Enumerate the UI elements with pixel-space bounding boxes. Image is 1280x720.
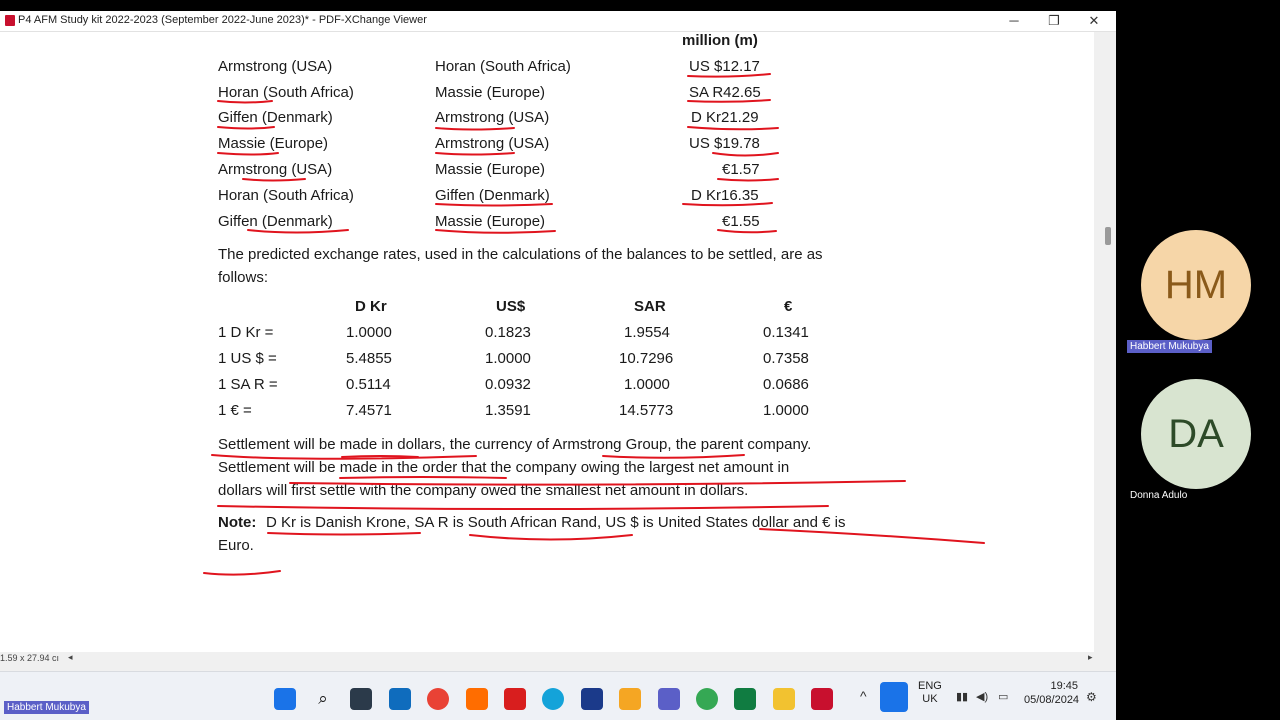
title-bar: P4 AFM Study kit 2022-2023 (September 20… [0,11,1116,32]
participant-name: Donna Adulo [1130,490,1188,501]
avatar[interactable]: DA [1141,379,1251,489]
region-code: UK [922,693,938,705]
ink-annotations [203,73,985,576]
pdf-xchange-icon[interactable] [811,688,833,710]
window-title: P4 AFM Study kit 2022-2023 (September 20… [18,14,427,26]
scrollbar-thumb[interactable] [1105,227,1111,245]
restore-icon: ❐ [1048,13,1060,28]
teams-icon[interactable] [658,688,680,710]
page-size-readout: 1.59 x 27.94 cı [0,653,60,663]
clock-date: 05/08/2024 [1024,694,1080,706]
clock[interactable]: 19:45 05/08/2024 [1024,679,1080,707]
avatar[interactable]: HM [1141,230,1251,340]
file-explorer-icon[interactable] [773,688,795,710]
volume-icon[interactable]: ◀) [976,690,988,703]
self-name-label: Habbert Mukubya [4,701,89,714]
close-button[interactable]: ✕ [1074,11,1114,31]
battery-icon[interactable]: ▭ [998,690,1008,703]
adobe-icon[interactable] [504,688,526,710]
microphone-icon[interactable] [880,682,908,712]
minimize-icon: ─ [1009,13,1019,28]
participant-name: Habbert Mukubya [1127,340,1212,353]
language-code: ENG [918,680,942,692]
scroll-left-icon[interactable]: ◂ [68,652,73,663]
notification-icon[interactable]: ⚙ [1086,690,1097,704]
chevron-up-icon[interactable]: ^ [860,688,867,704]
minimize-button[interactable]: ─ [994,11,1034,31]
maps-icon[interactable] [696,688,718,710]
notepad-icon[interactable] [350,688,372,710]
excel-icon[interactable] [734,688,756,710]
whiteboard-icon[interactable] [581,688,603,710]
pdf-viewer-window: P4 AFM Study kit 2022-2023 (September 20… [0,11,1116,720]
edge-icon[interactable] [542,688,564,710]
windows-taskbar: ⌕ ^ ENG UK ▮▮ ◀) ▭ 19:45 05/08/2024 ⚙ [0,671,1116,720]
pdf-app-icon [5,15,15,26]
outlook-icon[interactable] [389,688,411,710]
vertical-scrollbar[interactable] [1102,32,1114,660]
scroll-right-icon[interactable]: ▸ [1088,652,1093,663]
chrome-icon[interactable] [427,688,449,710]
windows-start-icon[interactable] [274,688,296,710]
wifi-icon[interactable]: ▮▮ [956,690,968,703]
search-app-icon[interactable] [466,688,488,710]
paint-icon[interactable] [619,688,641,710]
status-bar: 1.59 x 27.94 cı ◂ ▸ [0,652,1094,666]
document-page[interactable]: million (m) Armstrong (USA) Horan (South… [0,32,1094,660]
restore-button[interactable]: ❐ [1034,11,1074,31]
search-icon[interactable]: ⌕ [312,688,334,710]
language-indicator[interactable]: ENG UK [918,680,942,706]
clock-time: 19:45 [1050,680,1078,692]
video-call-panel [1116,0,1280,720]
close-icon: ✕ [1088,13,1100,28]
